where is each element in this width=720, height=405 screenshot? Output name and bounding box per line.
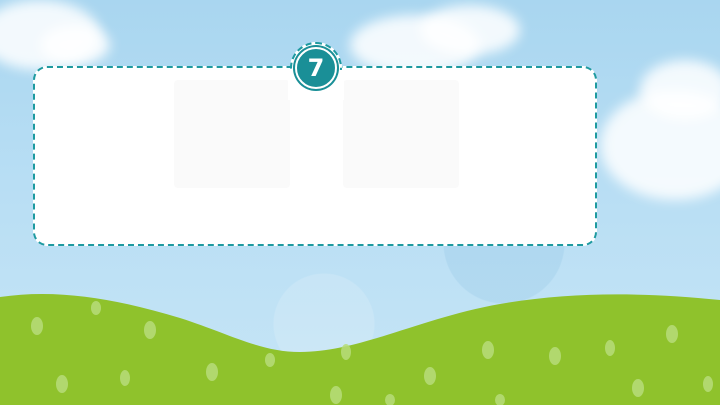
number-badge-frame: 7 — [288, 42, 344, 100]
slide-background: 7 — [0, 0, 720, 405]
placeholder-box-left — [174, 80, 290, 188]
placeholder-box-right — [343, 80, 459, 188]
number-badge: 7 — [295, 47, 337, 89]
